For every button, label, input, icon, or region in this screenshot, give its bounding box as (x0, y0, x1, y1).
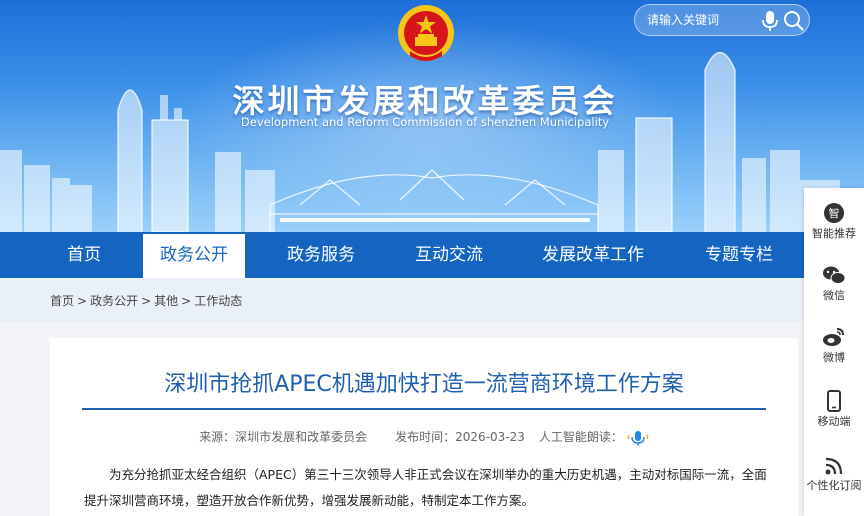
weibo-icon (823, 328, 844, 346)
site-subtitle: Development and Reform Commission of she… (240, 115, 610, 129)
ai-read-audio-icon[interactable] (627, 430, 649, 446)
title-divider (82, 408, 766, 410)
wechat-label: 微信 (823, 289, 845, 302)
nav-item-interaction[interactable]: 互动交流 (398, 232, 500, 278)
nav-item-government-affairs[interactable]: 政务公开 (143, 234, 245, 278)
main-nav: 首页 政务公开 政务服务 互动交流 发展改革工作 专题专栏 (0, 232, 864, 278)
mobile-label: 移动端 (817, 415, 851, 428)
national-emblem-icon (398, 5, 454, 61)
article-publish-time: 发布时间：2026-03-23 (395, 430, 525, 444)
search-input[interactable] (647, 5, 759, 35)
article-source: 来源：深圳市发展和改革委员会 (199, 430, 368, 444)
rss-icon (825, 457, 843, 475)
weibo-button[interactable]: 微博 (804, 326, 864, 365)
breadcrumb-home[interactable]: 首页 (50, 294, 74, 308)
breadcrumb-other[interactable]: 其他 (154, 294, 178, 308)
nav-item-home[interactable]: 首页 (46, 232, 122, 278)
search-icon[interactable] (783, 10, 805, 32)
breadcrumb-separator: > (77, 294, 88, 308)
breadcrumb-work-news[interactable]: 工作动态 (194, 294, 242, 308)
breadcrumb-separator: > (181, 294, 192, 308)
smart-recommend-icon: 智 (824, 203, 844, 223)
wechat-button[interactable]: 微信 (804, 264, 864, 303)
search-box (634, 4, 810, 36)
weibo-label: 微博 (823, 351, 845, 364)
mobile-icon (827, 390, 841, 412)
article-panel: 深圳市抢抓APEC机遇加快打造一流营商环境工作方案 来源：深圳市发展和改革委员会… (50, 338, 798, 516)
voice-search-icon[interactable] (761, 10, 779, 32)
svg-text:智: 智 (829, 206, 840, 220)
breadcrumb-separator: > (141, 294, 152, 308)
smart-recommend-button[interactable]: 智 智能推荐 (804, 202, 864, 241)
nav-item-government-services[interactable]: 政务服务 (270, 232, 372, 278)
header-banner: 深圳市发展和改革委员会 Development and Reform Commi… (0, 0, 864, 232)
breadcrumb-bar: 首页 > 政务公开 > 其他 > 工作动态 (0, 278, 864, 322)
ai-read-label: 人工智能朗读： (538, 430, 623, 444)
wechat-icon (823, 266, 846, 284)
article-meta: 来源：深圳市发展和改革委员会 发布时间：2026-03-23 人工智能朗读： (50, 428, 798, 446)
breadcrumb-government-affairs[interactable]: 政务公开 (90, 294, 138, 308)
smart-recommend-label: 智能推荐 (812, 227, 856, 240)
article-title: 深圳市抢抓APEC机遇加快打造一流营商环境工作方案 (164, 372, 684, 397)
breadcrumb: 首页 > 政务公开 > 其他 > 工作动态 (50, 292, 242, 309)
mobile-button[interactable]: 移动端 (804, 390, 864, 429)
rss-subscribe-label: 个性化订阅 (806, 479, 862, 492)
rss-subscribe-button[interactable]: 个性化订阅 (804, 456, 864, 493)
side-float-bar: 智 智能推荐 微信 微博 移动端 个性化订阅 (804, 188, 864, 516)
article-body: 为充分抢抓亚太经合组织（APEC）第三十三次领导人非正式会议在深圳举办的重大历史… (84, 467, 767, 508)
nav-item-development-reform[interactable]: 发展改革工作 (525, 232, 661, 278)
nav-item-special-topics[interactable]: 专题专栏 (688, 232, 790, 278)
